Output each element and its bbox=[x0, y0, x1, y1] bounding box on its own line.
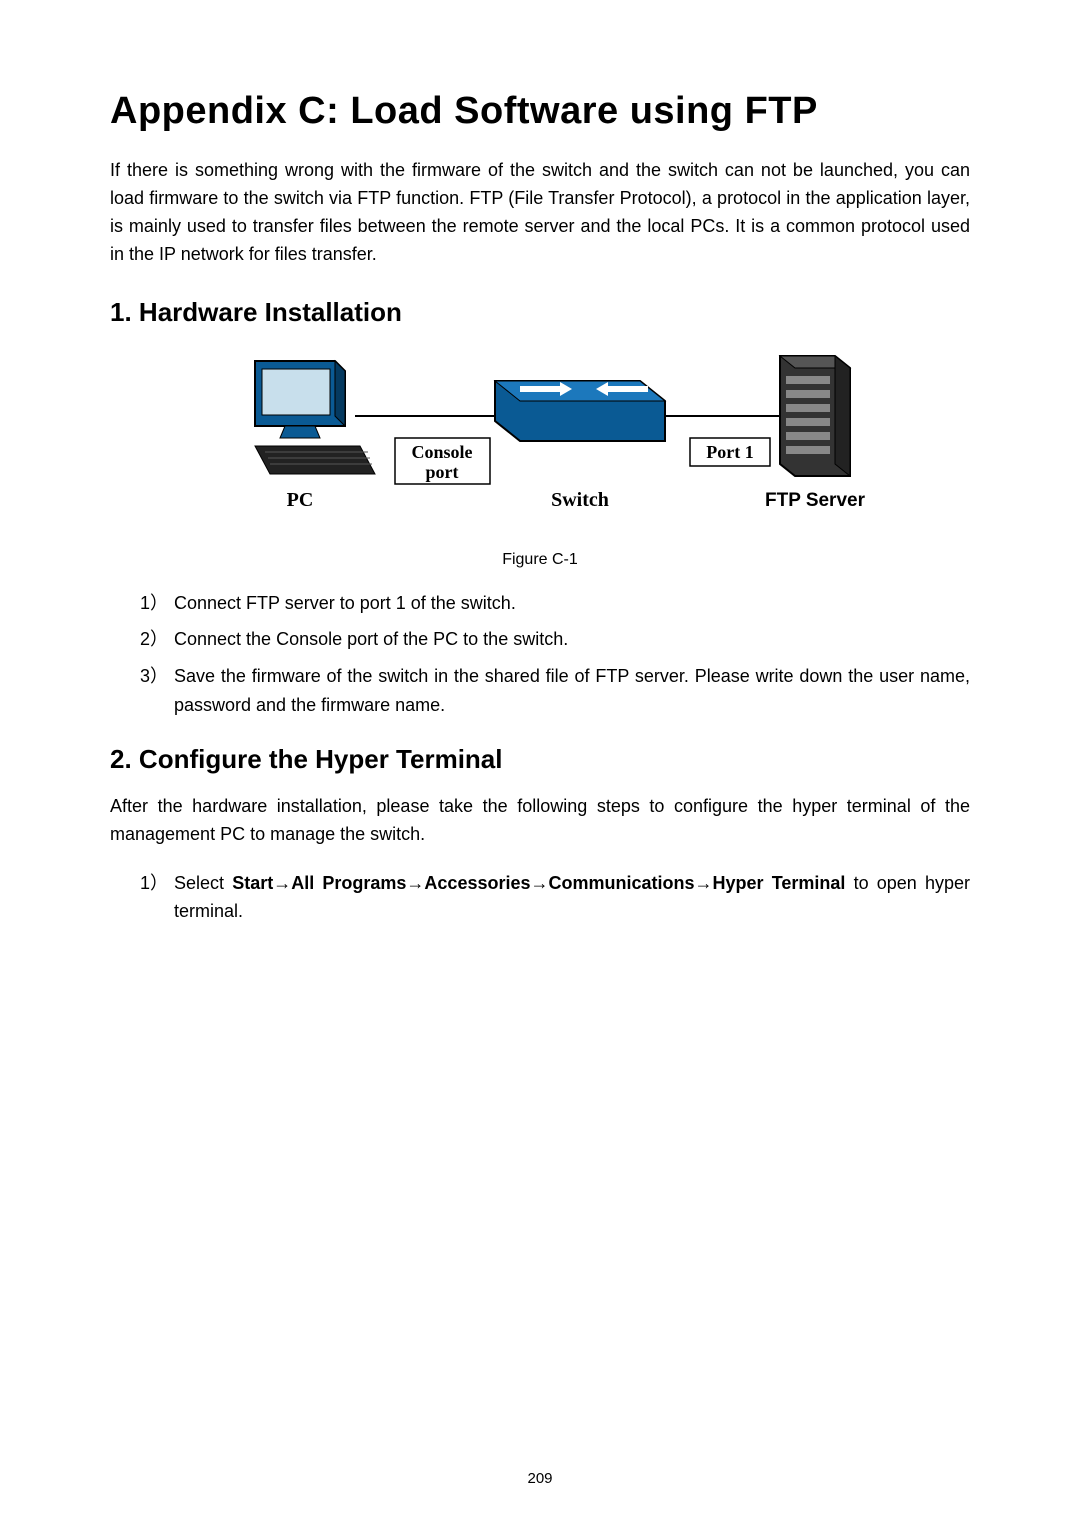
section-2-number: 2. bbox=[110, 744, 132, 774]
step-prefix: Select bbox=[174, 873, 232, 893]
list-item: 1） Select Start→All Programs→Accessories… bbox=[110, 869, 970, 927]
switch-icon bbox=[495, 381, 665, 441]
section-1-heading: 1. Hardware Installation bbox=[110, 297, 970, 328]
step-text: Select Start→All Programs→Accessories→Co… bbox=[174, 869, 970, 927]
step-marker: 1） bbox=[110, 589, 174, 618]
page: Appendix C: Load Software using FTP If t… bbox=[0, 0, 1080, 990]
section-1-title: Hardware Installation bbox=[139, 297, 402, 327]
list-item: 3） Save the firmware of the switch in th… bbox=[110, 662, 970, 720]
section-1-number: 1. bbox=[110, 297, 132, 327]
intro-paragraph: If there is something wrong with the fir… bbox=[110, 157, 970, 269]
step-marker: 2） bbox=[110, 625, 174, 654]
pc-label: PC bbox=[287, 489, 314, 511]
step-text: Connect FTP server to port 1 of the swit… bbox=[174, 589, 970, 618]
step-text: Connect the Console port of the PC to th… bbox=[174, 625, 970, 654]
console-port-label-1: Console bbox=[411, 442, 472, 462]
pc-icon bbox=[255, 361, 375, 474]
section-2-heading: 2. Configure the Hyper Terminal bbox=[110, 744, 970, 775]
list-item: 1） Connect FTP server to port 1 of the s… bbox=[110, 589, 970, 618]
console-port-label-2: port bbox=[426, 462, 459, 482]
hardware-diagram: PC Console port Switch bbox=[200, 346, 880, 536]
step-bold-path: Start→All Programs→Accessories→Communica… bbox=[232, 873, 845, 893]
section-1-steps: 1） Connect FTP server to port 1 of the s… bbox=[110, 589, 970, 720]
section-2-intro: After the hardware installation, please … bbox=[110, 793, 970, 849]
figure-caption: Figure C-1 bbox=[110, 551, 970, 569]
page-title: Appendix C: Load Software using FTP bbox=[110, 90, 970, 133]
section-2-title: Configure the Hyper Terminal bbox=[139, 744, 503, 774]
port1-label: Port 1 bbox=[706, 442, 753, 462]
switch-label: Switch bbox=[551, 489, 609, 511]
list-item: 2） Connect the Console port of the PC to… bbox=[110, 625, 970, 654]
step-marker: 3） bbox=[110, 662, 174, 691]
diagram-container: PC Console port Switch bbox=[110, 346, 970, 541]
section-2-steps: 1） Select Start→All Programs→Accessories… bbox=[110, 869, 970, 927]
step-text: Save the firmware of the switch in the s… bbox=[174, 662, 970, 720]
step-marker: 1） bbox=[110, 869, 174, 898]
ftp-server-icon bbox=[780, 356, 850, 476]
diagram-svg: PC Console port Switch bbox=[200, 346, 880, 536]
page-number: 209 bbox=[0, 1470, 1080, 1487]
ftp-server-label: FTP Server bbox=[765, 490, 866, 511]
